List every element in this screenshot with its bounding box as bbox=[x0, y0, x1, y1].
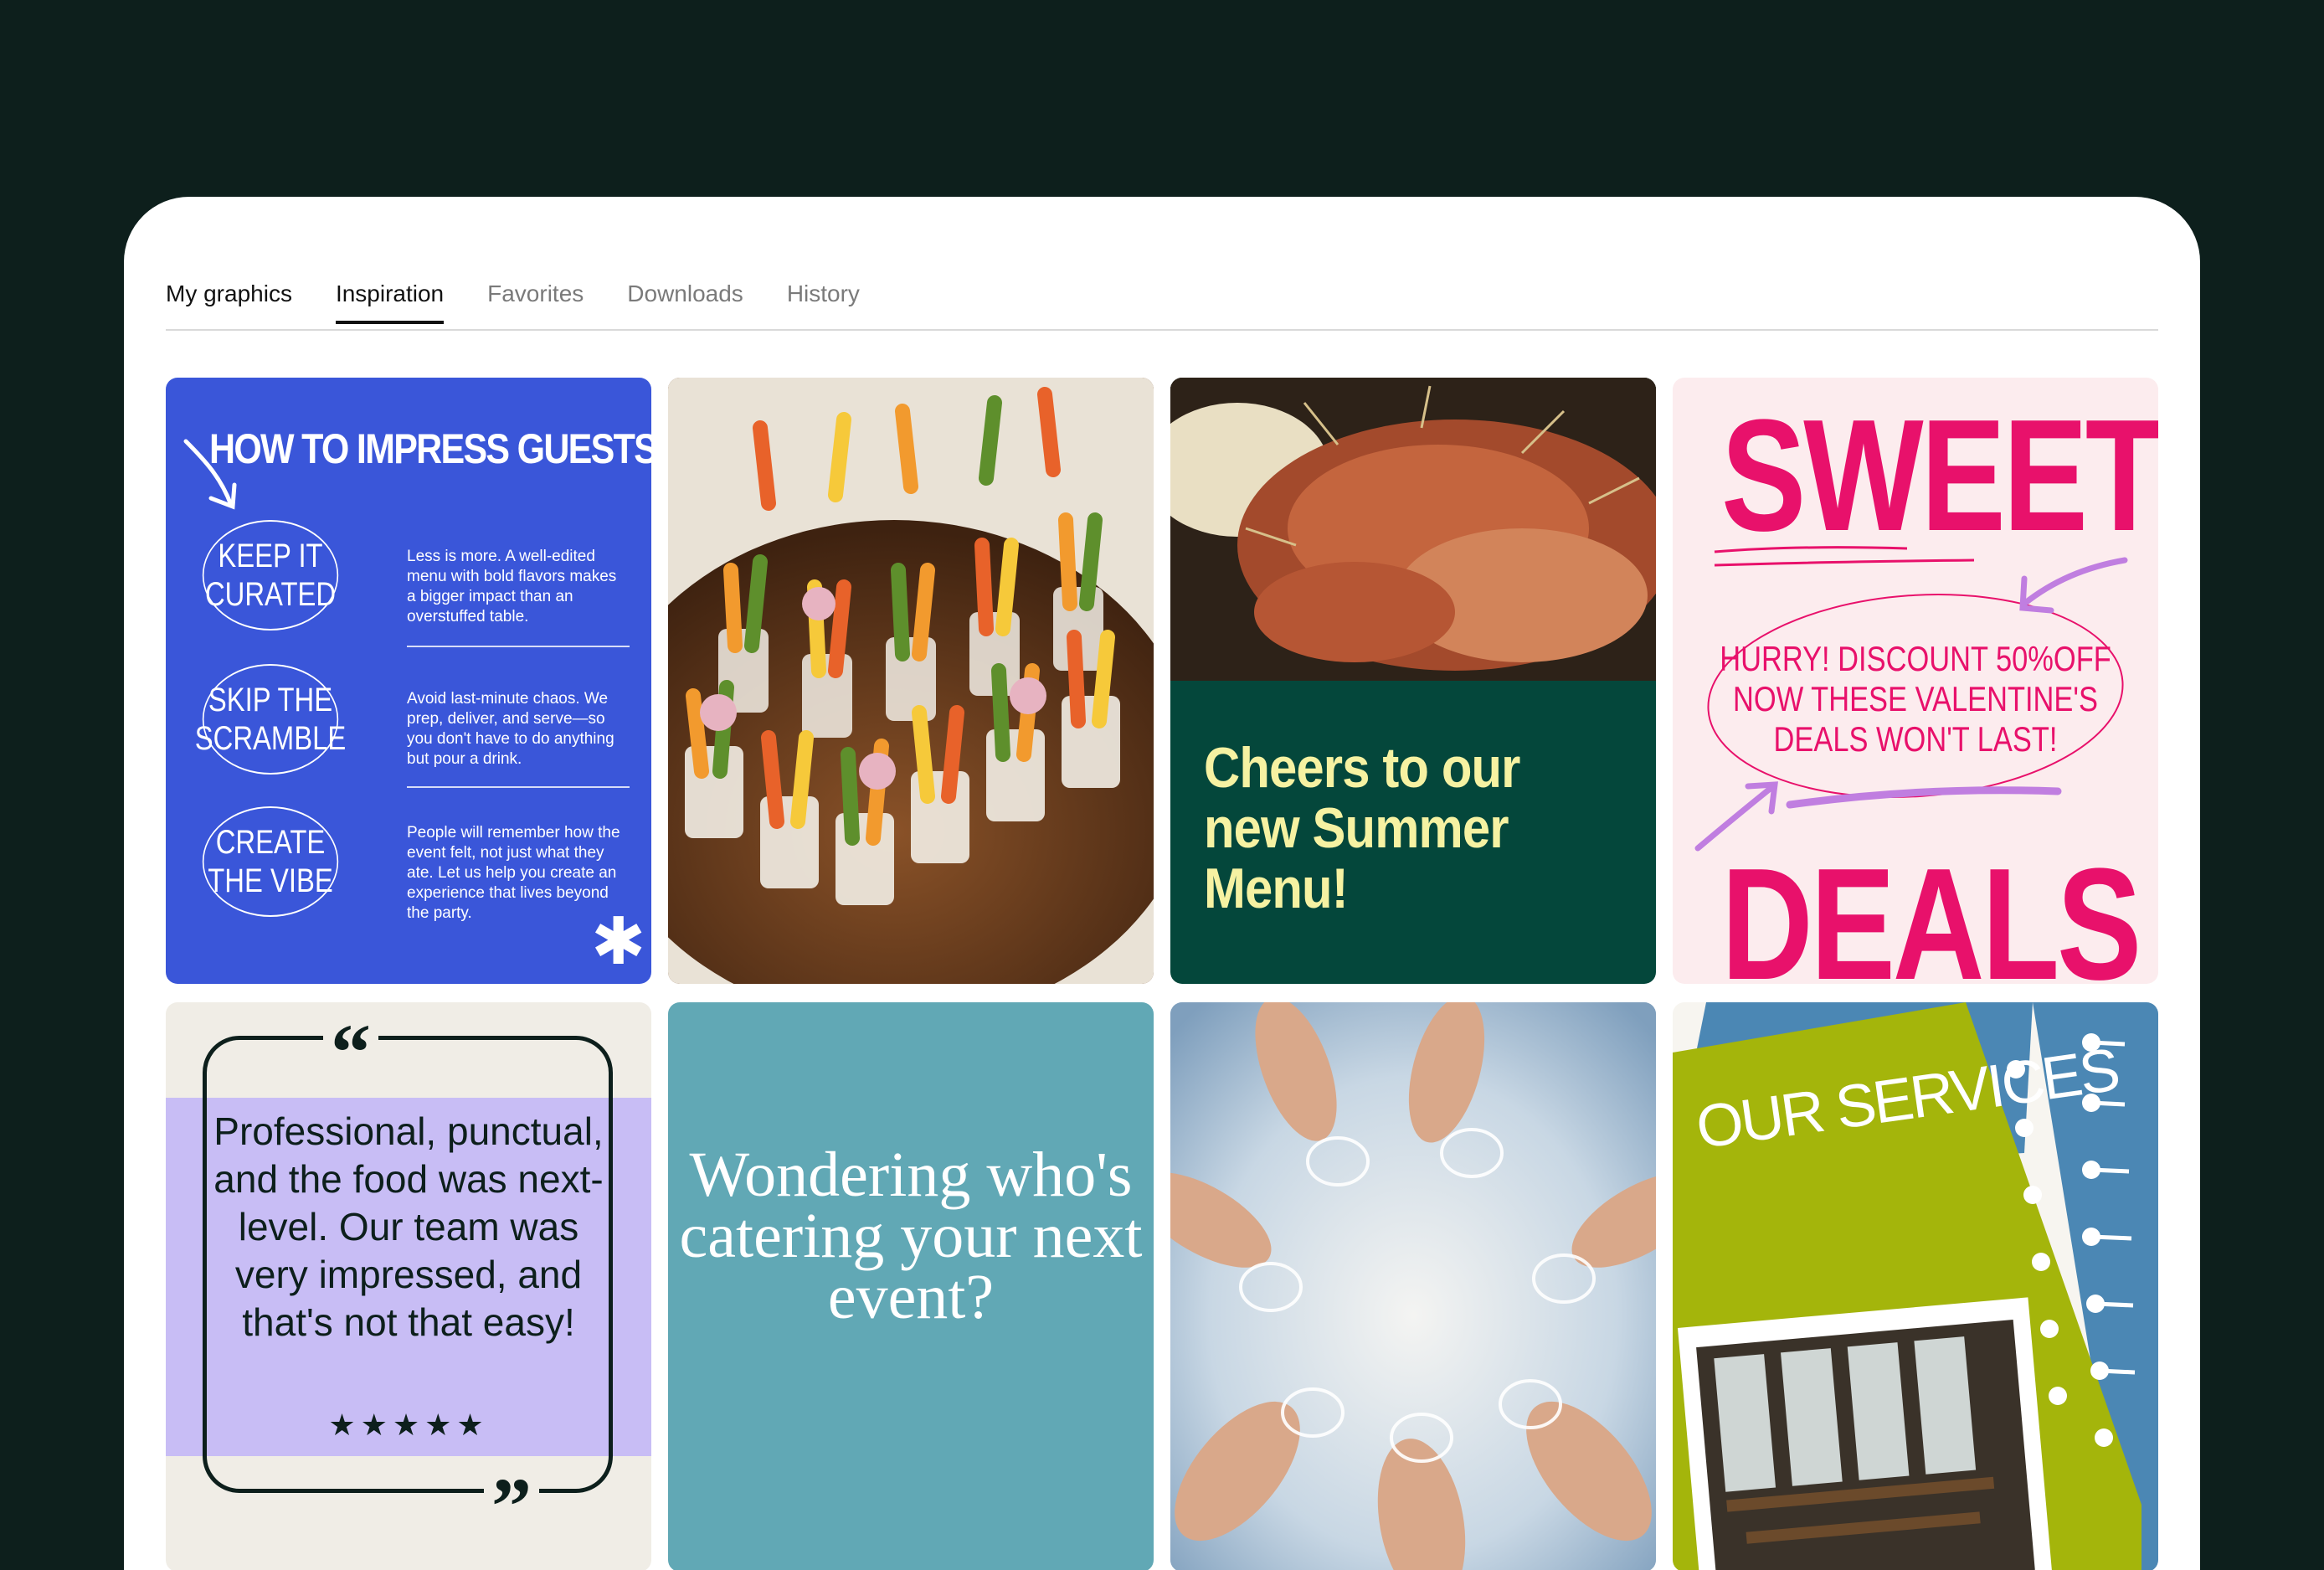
headline: Wondering who's catering your next event… bbox=[679, 1140, 1143, 1332]
tip-heading: SKIP THE SCRAMBLE bbox=[195, 664, 346, 775]
template-card-veggie-cups-photo[interactable] bbox=[668, 378, 1154, 984]
tab-my-graphics[interactable]: My graphics bbox=[166, 277, 292, 324]
asterisk-icon: ✱ bbox=[591, 904, 646, 978]
tip-text: Avoid last-minute chaos. We prep, delive… bbox=[407, 690, 614, 768]
template-card-summer-menu[interactable]: Cheers to our new Summer Menu! bbox=[1170, 378, 1656, 984]
divider bbox=[407, 786, 630, 788]
tab-downloads[interactable]: Downloads bbox=[627, 277, 743, 324]
open-quote-icon: “ bbox=[323, 1011, 378, 1094]
card-title: HOW TO IMPRESS GUESTS bbox=[209, 425, 651, 472]
template-card-sweet-deals[interactable]: SWEET HURRY! DISCOUNT 50%OFF NOW THESE V… bbox=[1673, 378, 2158, 984]
rating-stars: ★★★★★ bbox=[328, 1408, 489, 1442]
template-card-catering-question[interactable]: Wondering who's catering your next event… bbox=[668, 1002, 1154, 1570]
headline: Cheers to our new Summer Menu! bbox=[1204, 736, 1520, 920]
template-card-toast-photo[interactable] bbox=[1170, 1002, 1656, 1570]
template-card-impress-guests[interactable]: HOW TO IMPRESS GUESTS KEEP IT CURATED Le… bbox=[166, 378, 651, 984]
headline-bottom: DEALS bbox=[1721, 836, 2141, 984]
close-quote-icon: ” bbox=[484, 1464, 539, 1548]
inspiration-panel: My graphics Inspiration Favorites Downlo… bbox=[124, 197, 2200, 1570]
template-card-our-services[interactable]: OUR SERVICES bbox=[1673, 1002, 2158, 1570]
template-card-testimonial[interactable]: “ ” Professional, punctual, and the food… bbox=[166, 1002, 651, 1570]
tip-text: Less is more. A well-edited menu with bo… bbox=[407, 548, 617, 625]
tab-bar: My graphics Inspiration Favorites Downlo… bbox=[166, 277, 2158, 331]
tip-heading: CREATE THE VIBE bbox=[202, 806, 339, 917]
testimonial-quote: Professional, punctual, and the food was… bbox=[213, 1109, 604, 1344]
tab-favorites[interactable]: Favorites bbox=[487, 277, 584, 324]
promo-text: HURRY! DISCOUNT 50%OFF NOW THESE VALENTI… bbox=[1720, 639, 2111, 759]
tab-history[interactable]: History bbox=[787, 277, 860, 324]
tab-inspiration[interactable]: Inspiration bbox=[335, 277, 445, 324]
tip-heading: KEEP IT CURATED bbox=[202, 520, 339, 631]
champagne-toast-photo bbox=[1170, 1002, 1656, 1570]
veggie-cups-photo bbox=[668, 378, 1154, 984]
charcuterie-photo bbox=[1170, 378, 1656, 681]
divider bbox=[407, 646, 630, 647]
